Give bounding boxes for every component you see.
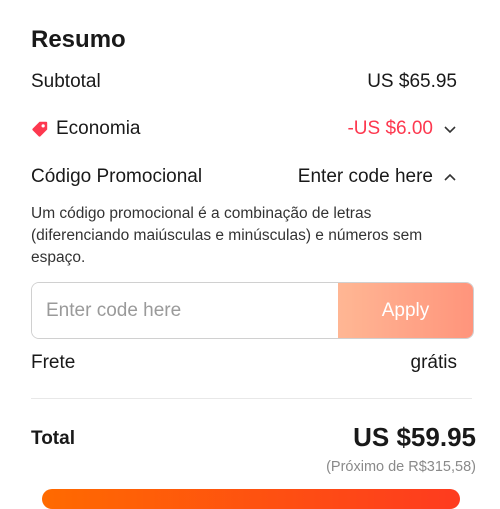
total-label: Total xyxy=(31,428,75,449)
total-local-estimate: (Próximo de R$315,58) xyxy=(326,459,476,475)
price-tag-icon xyxy=(32,121,48,137)
promo-label: Código Promocional xyxy=(31,166,203,187)
promo-toggle-label[interactable]: Enter code here xyxy=(298,166,433,188)
savings-row[interactable]: Economia -US $6.00 xyxy=(31,118,457,140)
shipping-value: grátis xyxy=(410,352,457,373)
subtotal-label: Subtotal xyxy=(31,71,101,92)
savings-label-group: Economia xyxy=(31,118,141,140)
chevron-up-icon[interactable] xyxy=(443,170,457,184)
summary-title: Resumo xyxy=(31,26,126,53)
promo-toggle[interactable]: Enter code here xyxy=(298,166,457,188)
savings-value: -US $6.00 xyxy=(347,118,433,139)
apply-button[interactable]: Apply xyxy=(338,283,473,338)
total-value: US $59.95 xyxy=(353,422,476,452)
promo-row[interactable]: Código Promocional Enter code here xyxy=(31,166,457,188)
shipping-label: Frete xyxy=(31,352,76,373)
savings-value-group[interactable]: -US $6.00 xyxy=(347,118,457,140)
promo-code-form: Apply xyxy=(31,282,474,339)
checkout-button[interactable] xyxy=(42,489,460,509)
subtotal-row: Subtotal US $65.95 xyxy=(31,71,457,93)
shipping-row: Frete grátis xyxy=(31,352,457,374)
chevron-down-icon[interactable] xyxy=(443,122,457,136)
subtotal-value: US $65.95 xyxy=(367,71,457,92)
promo-description: Um código promocional é a combinação de … xyxy=(31,205,423,266)
savings-label: Economia xyxy=(56,118,141,139)
promo-code-input[interactable] xyxy=(32,283,338,338)
divider xyxy=(31,398,472,399)
